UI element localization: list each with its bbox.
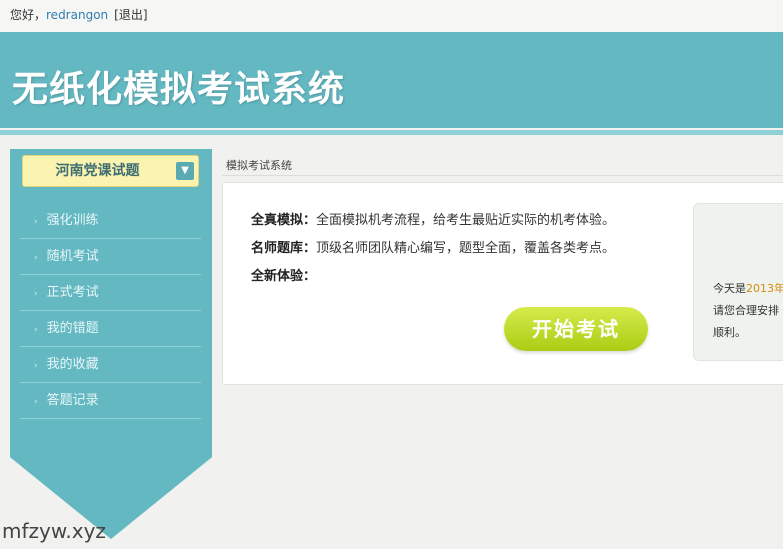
chevron-right-icon: › xyxy=(34,325,38,335)
notice-line-1: 今天是2013年 xyxy=(713,282,783,295)
sidebar-item-favorites[interactable]: › 我的收藏 xyxy=(20,347,201,383)
sidebar-item-intensive-training[interactable]: › 强化训练 xyxy=(20,203,201,239)
feature-question-bank: 名师题库：顶级名师团队精心编写，题型全面，覆盖各类考点。 xyxy=(251,237,615,256)
feature-text: 全面模拟机考流程，给考生最贴近实际的机考体验。 xyxy=(316,213,616,228)
chevron-right-icon: › xyxy=(34,217,38,227)
chevron-right-icon: › xyxy=(34,253,38,263)
breadcrumb: 模拟考试系统 xyxy=(226,159,292,172)
sidebar-item-random-exam[interactable]: › 随机考试 xyxy=(20,239,201,275)
page-header: 无纸化模拟考试系统 xyxy=(0,32,783,128)
sidebar-item-label: 强化训练 xyxy=(46,213,99,228)
username-link[interactable]: redrangon xyxy=(46,8,108,22)
sidebar-item-wrong-questions[interactable]: › 我的错题 xyxy=(20,311,201,347)
course-select[interactable]: 河南党课试题 ▼ xyxy=(22,155,199,187)
notice-box: 今天是2013年 请您合理安排 顺利。 xyxy=(693,203,783,361)
logout-link[interactable]: [退出] xyxy=(114,8,147,22)
feature-full-simulation: 全真模拟：全面模拟机考流程，给考生最贴近实际的机考体验。 xyxy=(251,209,615,228)
sidebar-item-formal-exam[interactable]: › 正式考试 xyxy=(20,275,201,311)
sidebar-item-label: 正式考试 xyxy=(46,285,99,300)
feature-title: 全新体验： xyxy=(251,269,317,284)
page-title: 无纸化模拟考试系统 xyxy=(12,69,346,110)
start-exam-button[interactable]: 开始考试 xyxy=(504,307,648,351)
notice-year: 2013年 xyxy=(746,282,783,295)
feature-title: 名师题库： xyxy=(251,241,317,256)
chevron-right-icon: › xyxy=(34,361,38,371)
notice-line-2: 请您合理安排 xyxy=(713,304,779,317)
breadcrumb-divider xyxy=(222,175,783,176)
feature-text: 顶级名师团队精心编写，题型全面，覆盖各类考点。 xyxy=(316,241,616,256)
chevron-right-icon: › xyxy=(34,289,38,299)
watermark-text: mfzyw.xyz xyxy=(2,519,106,543)
course-select-label: 河南党课试题 xyxy=(55,163,140,179)
chevron-right-icon: › xyxy=(34,397,38,407)
top-user-bar: 您好，redrangon [退出] xyxy=(0,0,783,32)
sidebar-item-label: 随机考试 xyxy=(46,249,99,264)
notice-line-3: 顺利。 xyxy=(713,326,746,339)
sidebar-menu: › 强化训练 › 随机考试 › 正式考试 › 我的错题 › 我的收藏 › 答题记录 xyxy=(20,203,201,419)
sidebar-item-label: 答题记录 xyxy=(46,393,99,408)
sidebar-item-answer-records[interactable]: › 答题记录 xyxy=(20,383,201,419)
feature-title: 全真模拟： xyxy=(251,213,317,228)
sidebar-item-label: 我的收藏 xyxy=(46,357,99,372)
greeting-text: 您好， xyxy=(10,8,47,22)
header-divider xyxy=(0,130,783,135)
chevron-down-icon[interactable]: ▼ xyxy=(176,162,194,180)
feature-new-experience: 全新体验： xyxy=(251,265,316,284)
sidebar-item-label: 我的错题 xyxy=(46,321,99,336)
